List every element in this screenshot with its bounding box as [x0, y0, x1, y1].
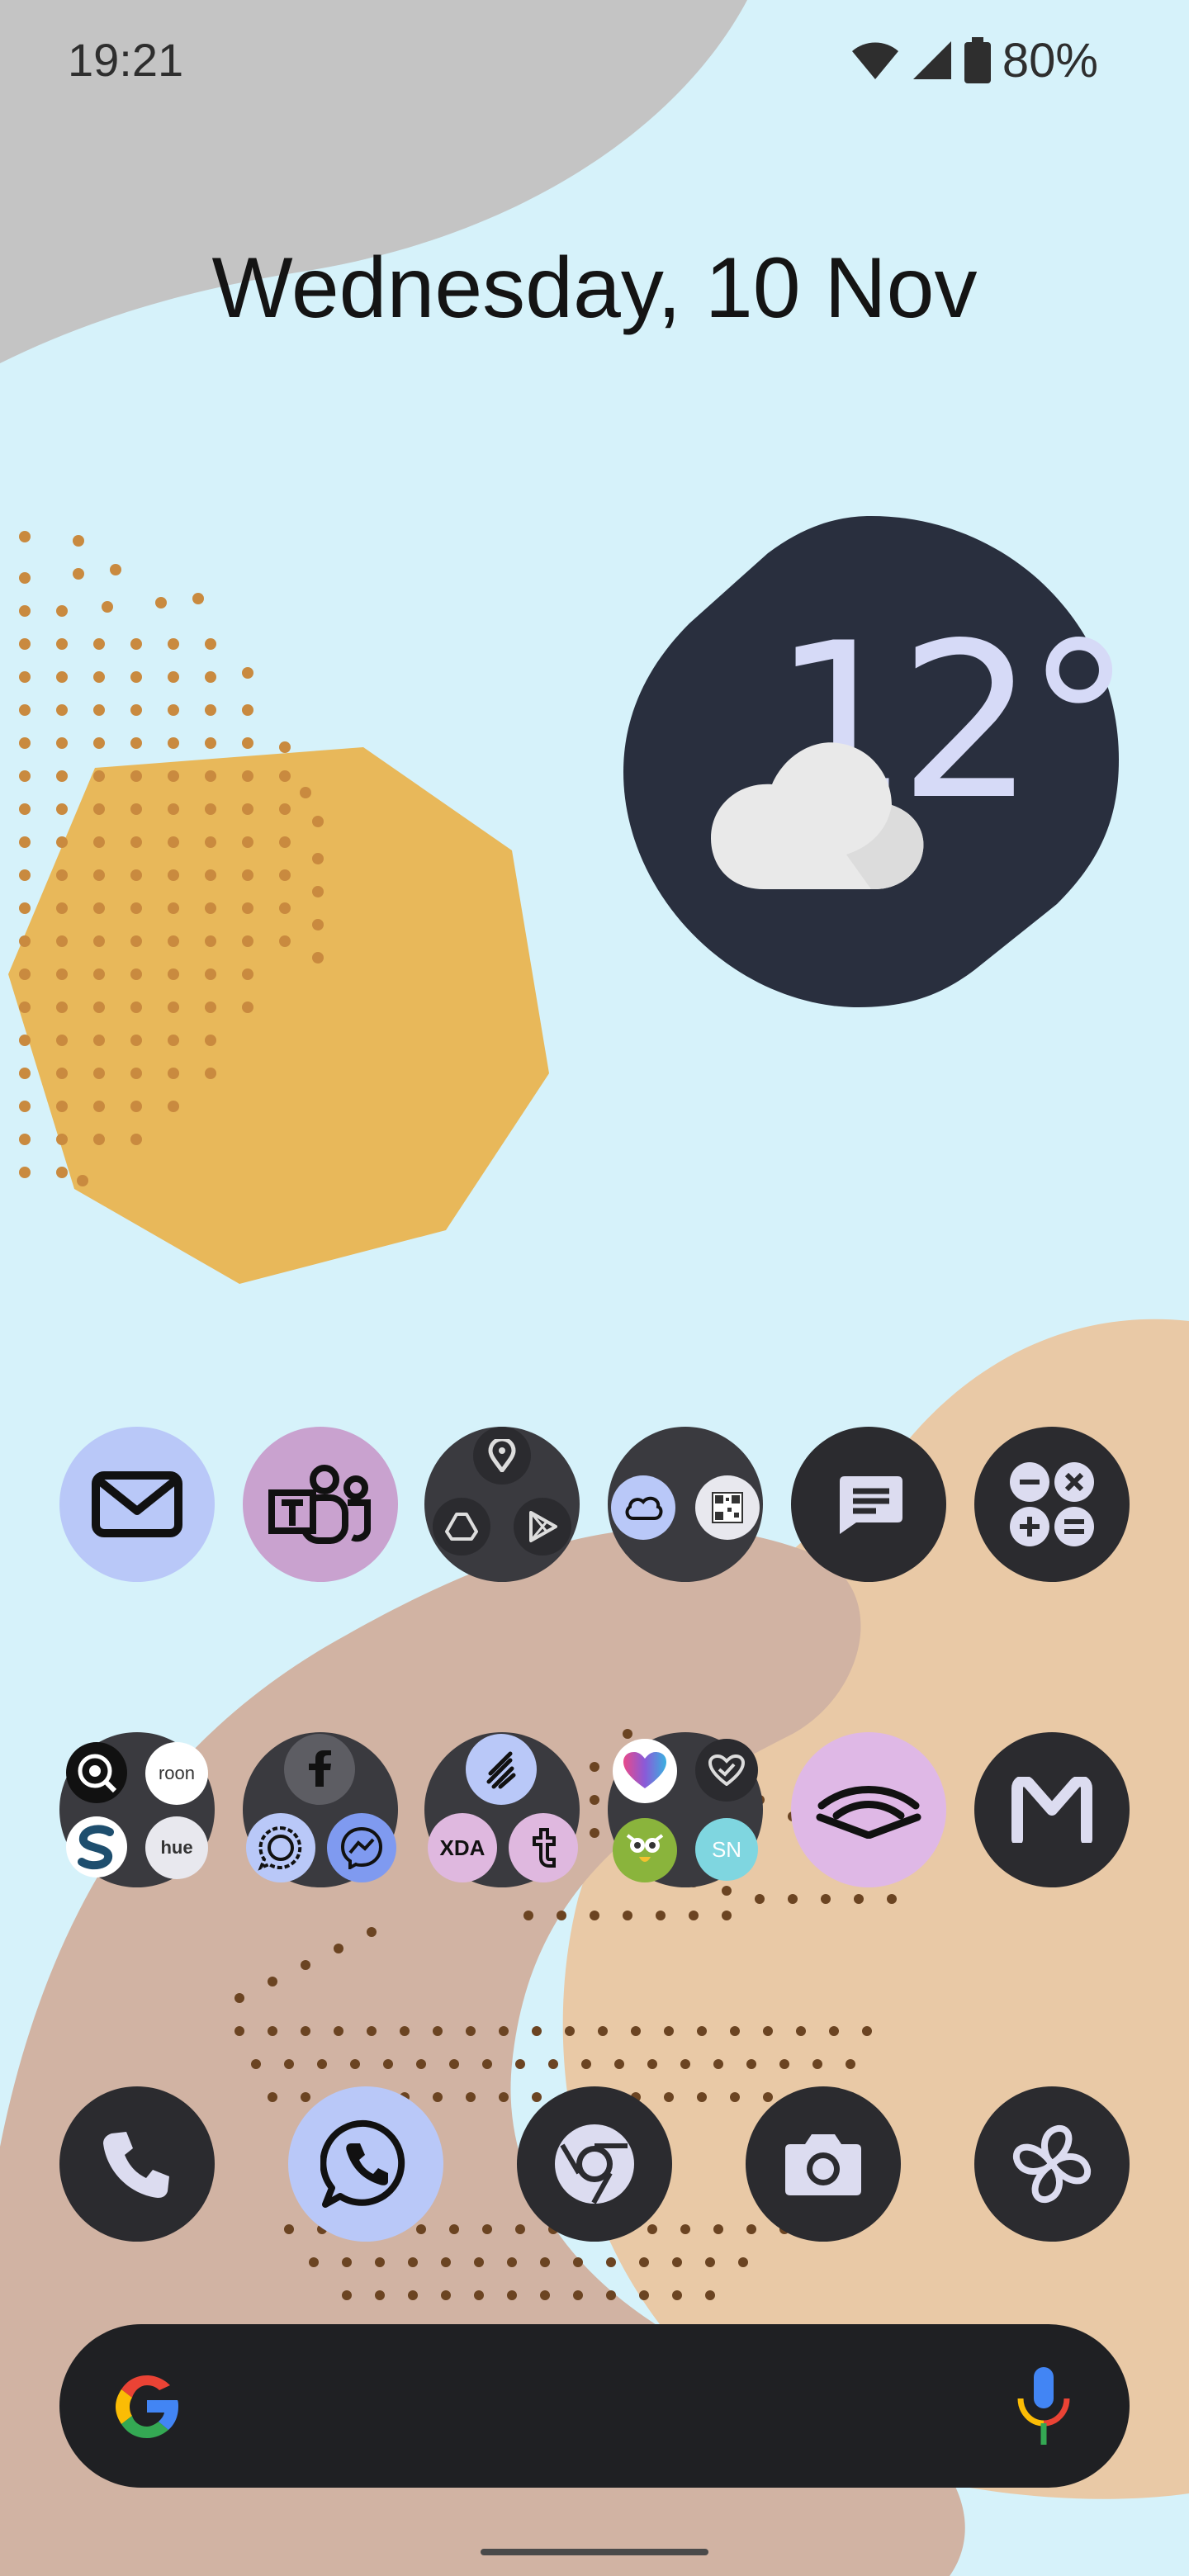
chrome-icon: [555, 2124, 634, 2204]
folder-xda-app[interactable]: XDA: [428, 1813, 497, 1882]
messenger-icon: [340, 1826, 383, 1869]
m-logo-icon: [1011, 1777, 1092, 1843]
cloud-outline-icon: [625, 1496, 663, 1520]
cloud-icon: [711, 742, 924, 889]
feed-icon: [486, 1751, 516, 1789]
whatsapp-icon: [320, 2119, 405, 2208]
drive-icon: [445, 1513, 478, 1541]
audible-icon: [816, 1786, 921, 1839]
calculator-icon: [1010, 1462, 1094, 1546]
folder-signal-app[interactable]: [246, 1813, 315, 1882]
battery-percent: 80%: [1002, 33, 1098, 88]
xda-label: XDA: [439, 1835, 486, 1860]
google-search-bar[interactable]: [59, 2324, 1130, 2488]
folder-feedly-app[interactable]: [466, 1734, 537, 1805]
folder-messenger-app[interactable]: [327, 1813, 396, 1882]
mail-m-app[interactable]: [974, 1732, 1130, 1887]
whatsapp-app[interactable]: [288, 2086, 443, 2242]
folder-sn-app[interactable]: SN: [695, 1818, 758, 1881]
facebook-icon: [309, 1750, 331, 1787]
messages-icon: [840, 1476, 902, 1534]
play-store-icon: [529, 1511, 557, 1542]
chrome-app[interactable]: [517, 2086, 672, 2242]
folder-onedrive-app[interactable]: [611, 1475, 675, 1540]
teams-app[interactable]: [243, 1427, 398, 1582]
gmail-app[interactable]: [59, 1427, 215, 1582]
wifi-icon: [851, 42, 898, 79]
date-widget[interactable]: Wednesday, 10 Nov: [0, 239, 1189, 338]
folder-news[interactable]: XDA: [424, 1732, 580, 1887]
map-pin-icon: [488, 1439, 516, 1472]
folder-hue-app[interactable]: hue: [145, 1816, 208, 1879]
owl-icon: [626, 1834, 664, 1862]
status-bar: 19:21 80%: [0, 0, 1189, 124]
hue-label: hue: [160, 1837, 193, 1858]
folder-drive-app[interactable]: [433, 1498, 490, 1556]
camera-icon: [785, 2134, 861, 2195]
folder-social[interactable]: [243, 1732, 398, 1887]
folder-maps-app[interactable]: [473, 1427, 531, 1485]
folder-search-app[interactable]: [66, 1742, 127, 1803]
heart-icon: [623, 1752, 666, 1788]
google-logo-icon[interactable]: [109, 2369, 185, 2445]
battery-icon: [964, 37, 991, 83]
s-logo-icon: [78, 1825, 114, 1870]
pinwheel-app[interactable]: [974, 2086, 1130, 2242]
folder-media[interactable]: roon hue: [59, 1732, 215, 1887]
tumblr-icon: [533, 1828, 556, 1868]
qr-code-icon: [712, 1492, 743, 1523]
messages-app[interactable]: [791, 1427, 946, 1582]
pinwheel-icon: [1013, 2125, 1091, 2203]
folder-fit-app[interactable]: [695, 1739, 758, 1802]
audible-app[interactable]: [791, 1732, 946, 1887]
folder-tumblr-app[interactable]: [509, 1813, 578, 1882]
sn-label: SN: [711, 1836, 742, 1862]
status-icons: 80%: [850, 31, 1098, 89]
folder-onedrive-qr[interactable]: [608, 1427, 763, 1582]
phone-app[interactable]: [59, 2086, 215, 2242]
mail-icon: [92, 1471, 182, 1537]
calculator-app[interactable]: [974, 1427, 1130, 1582]
teams-icon: [268, 1465, 371, 1544]
signal-icon: [912, 41, 951, 79]
chat-bubble-icon: [258, 1825, 302, 1871]
folder-play-store-app[interactable]: [514, 1498, 571, 1556]
folder-facebook-app[interactable]: [284, 1734, 355, 1805]
search-music-icon: [78, 1754, 117, 1793]
camera-app[interactable]: [746, 2086, 901, 2242]
phone-icon: [103, 2132, 169, 2198]
folder-s-app[interactable]: [66, 1816, 127, 1878]
navigation-handle[interactable]: [481, 2549, 708, 2555]
folder-health-app[interactable]: [613, 1739, 677, 1803]
status-clock: 19:21: [68, 34, 184, 86]
folder-maps-drive-play[interactable]: [424, 1427, 580, 1582]
microphone-icon[interactable]: [1012, 2364, 1075, 2450]
folder-roon-app[interactable]: roon: [145, 1742, 208, 1805]
folder-health[interactable]: SN: [608, 1732, 763, 1887]
roon-label: roon: [158, 1763, 196, 1783]
heart-check-icon: [708, 1754, 745, 1786]
folder-duolingo-app[interactable]: [613, 1818, 677, 1882]
folder-qr-scanner-app[interactable]: [695, 1475, 760, 1540]
